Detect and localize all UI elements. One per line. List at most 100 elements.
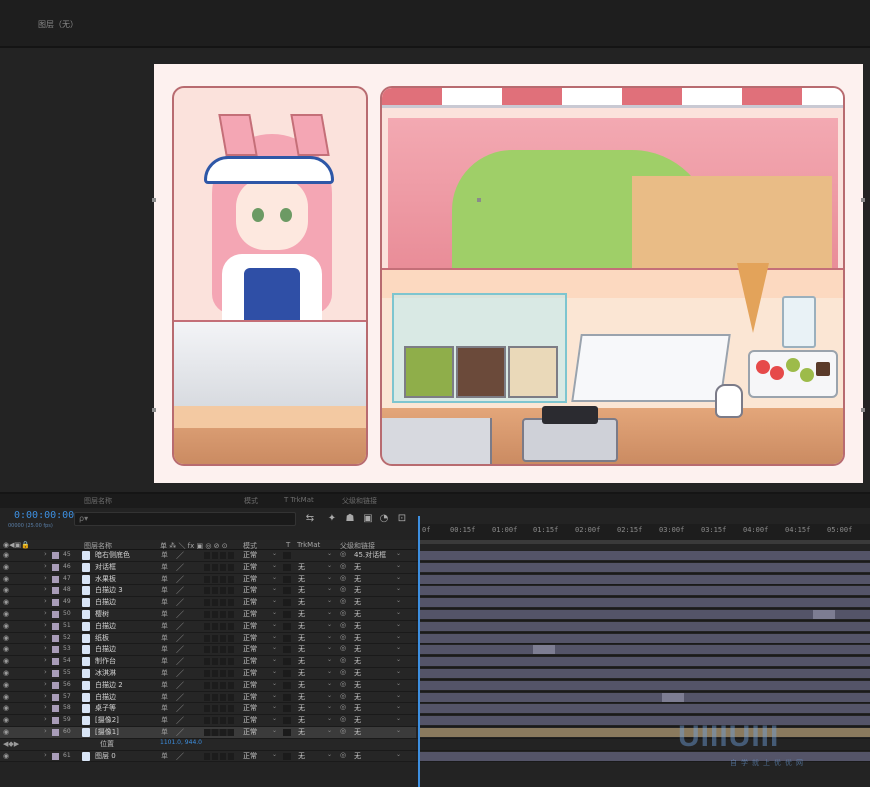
preserve-transparency-checkbox[interactable] bbox=[283, 752, 291, 760]
quality-switch-icon[interactable]: ／ bbox=[176, 585, 184, 596]
preserve-transparency-checkbox[interactable] bbox=[283, 599, 291, 607]
chevron-down-icon[interactable]: ⌄ bbox=[327, 692, 332, 699]
keyframe-navigator-icon[interactable]: ◀◆▶ bbox=[3, 740, 19, 748]
layer-name[interactable]: 图层 0 bbox=[95, 751, 116, 761]
preserve-transparency-checkbox[interactable] bbox=[283, 611, 291, 618]
layer-name[interactable]: 白描边 bbox=[95, 692, 116, 702]
shy-switch-icon[interactable]: 单 bbox=[161, 562, 168, 572]
visibility-eye-icon[interactable]: ◉ bbox=[3, 728, 9, 736]
blend-mode-select[interactable]: 正常 bbox=[243, 692, 257, 702]
blend-mode-select[interactable]: 正常 bbox=[243, 703, 257, 713]
shy-layers-icon[interactable]: ☗ bbox=[344, 513, 356, 525]
chevron-down-icon[interactable]: ⌄ bbox=[272, 574, 277, 581]
layer-row[interactable]: ◉ › 53 白描边 单 ／ 正常 ⌄ 无 ⌄ ◎ 无 ⌄ bbox=[0, 644, 870, 657]
layer-name[interactable]: 对话框 bbox=[95, 562, 116, 572]
layer-switch-boxes[interactable] bbox=[204, 658, 234, 666]
chevron-down-icon[interactable]: ⌄ bbox=[272, 585, 277, 592]
draft-3d-icon[interactable]: ✦ bbox=[326, 513, 338, 525]
layer-name[interactable]: 制作台 bbox=[95, 656, 116, 666]
parent-select[interactable]: 无 bbox=[354, 621, 361, 631]
twirl-chevron-icon[interactable]: › bbox=[44, 692, 47, 700]
layer-switch-boxes[interactable] bbox=[204, 729, 234, 736]
parent-select[interactable]: 无 bbox=[354, 715, 361, 725]
visibility-eye-icon[interactable]: ◉ bbox=[3, 551, 9, 559]
label-color-swatch[interactable] bbox=[52, 634, 59, 642]
quality-switch-icon[interactable]: ／ bbox=[176, 633, 184, 644]
label-color-swatch[interactable] bbox=[52, 622, 59, 630]
layer-duration-bar[interactable] bbox=[420, 704, 870, 714]
layer-switch-boxes[interactable] bbox=[204, 552, 234, 559]
layer-switch-boxes[interactable] bbox=[204, 575, 234, 583]
layer-duration-bar[interactable] bbox=[420, 645, 870, 655]
twirl-chevron-icon[interactable]: › bbox=[44, 597, 47, 605]
shy-switch-icon[interactable]: 单 bbox=[161, 692, 168, 702]
visibility-eye-icon[interactable]: ◉ bbox=[3, 622, 9, 630]
parent-select[interactable]: 45.对话框 bbox=[354, 550, 386, 560]
shy-switch-icon[interactable]: 单 bbox=[161, 680, 168, 690]
label-color-swatch[interactable] bbox=[52, 575, 59, 583]
label-color-swatch[interactable] bbox=[52, 693, 59, 701]
visibility-eye-icon[interactable]: ◉ bbox=[3, 634, 9, 642]
chevron-down-icon[interactable]: ⌄ bbox=[272, 609, 277, 616]
layer-segment-marker[interactable] bbox=[662, 692, 684, 702]
layer-row[interactable]: ◉ › 49 白描边 单 ／ 正常 ⌄ 无 ⌄ ◎ 无 ⌄ bbox=[0, 597, 870, 609]
quality-switch-icon[interactable]: ／ bbox=[176, 562, 184, 573]
transform-handle[interactable] bbox=[861, 198, 865, 202]
quality-switch-icon[interactable]: ／ bbox=[176, 727, 184, 738]
shy-switch-icon[interactable]: 单 bbox=[161, 609, 168, 619]
layer-duration-bar[interactable] bbox=[420, 669, 870, 678]
layer-row[interactable]: ◉ › 54 制作台 单 ／ 正常 ⌄ 无 ⌄ ◎ 无 ⌄ bbox=[0, 656, 870, 668]
layer-switch-boxes[interactable] bbox=[204, 587, 234, 595]
layer-row[interactable]: ◉ › 46 对话框 单 ／ 正常 ⌄ 无 ⌄ ◎ 无 ⌄ bbox=[0, 561, 870, 574]
chevron-down-icon[interactable]: ⌄ bbox=[327, 703, 332, 710]
blend-mode-select[interactable]: 正常 bbox=[243, 668, 257, 678]
pick-whip-icon[interactable]: ◎ bbox=[340, 633, 346, 641]
layer-switch-boxes[interactable] bbox=[204, 752, 234, 760]
blend-mode-select[interactable]: 正常 bbox=[243, 751, 257, 761]
layer-name[interactable]: 水果板 bbox=[95, 574, 116, 584]
layer-name[interactable]: 白描边 bbox=[95, 621, 116, 631]
shy-switch-icon[interactable]: 单 bbox=[161, 644, 168, 654]
chevron-down-icon[interactable]: ⌄ bbox=[327, 574, 332, 581]
chevron-down-icon[interactable]: ⌄ bbox=[327, 609, 332, 616]
twirl-chevron-icon[interactable]: › bbox=[44, 751, 47, 759]
layer-name[interactable]: 樱树 bbox=[95, 609, 109, 619]
blend-mode-select[interactable]: 正常 bbox=[243, 680, 257, 690]
shy-switch-icon[interactable]: 单 bbox=[161, 715, 168, 725]
twirl-chevron-icon[interactable]: › bbox=[44, 633, 47, 641]
twirl-chevron-icon[interactable]: › bbox=[44, 550, 47, 558]
visibility-eye-icon[interactable]: ◉ bbox=[3, 669, 9, 677]
trkmat-select[interactable]: 无 bbox=[298, 703, 305, 713]
label-color-swatch[interactable] bbox=[52, 611, 59, 618]
shy-switch-icon[interactable]: 单 bbox=[161, 668, 168, 678]
layer-name[interactable]: 冰淇淋 bbox=[95, 668, 116, 678]
parent-select[interactable]: 无 bbox=[354, 609, 361, 619]
frame-blending-icon[interactable]: ▣ bbox=[362, 513, 374, 525]
quality-switch-icon[interactable]: ／ bbox=[176, 550, 184, 561]
quality-switch-icon[interactable]: ／ bbox=[176, 692, 184, 703]
av-switches-icon[interactable]: ◉◀▣🔒 bbox=[3, 541, 30, 549]
label-color-swatch[interactable] bbox=[52, 681, 59, 689]
layer-switch-boxes[interactable] bbox=[204, 611, 234, 618]
layer-row[interactable]: ◉ › 56 白描边 2 单 ／ 正常 ⌄ 无 ⌄ ◎ 无 ⌄ bbox=[0, 679, 870, 692]
quality-switch-icon[interactable]: ／ bbox=[176, 597, 184, 608]
label-color-swatch[interactable] bbox=[52, 705, 59, 713]
layer-name[interactable]: 白描边 2 bbox=[95, 680, 123, 690]
shy-switch-icon[interactable]: 单 bbox=[161, 703, 168, 713]
pick-whip-icon[interactable]: ◎ bbox=[340, 574, 346, 582]
layer-duration-bar[interactable] bbox=[420, 610, 870, 619]
pick-whip-icon[interactable]: ◎ bbox=[340, 644, 346, 652]
layer-row[interactable]: ◉ › 47 水果板 单 ／ 正常 ⌄ 无 ⌄ ◎ 无 ⌄ bbox=[0, 573, 870, 586]
chevron-down-icon[interactable]: ⌄ bbox=[396, 597, 401, 604]
chevron-down-icon[interactable]: ⌄ bbox=[396, 621, 401, 628]
twirl-chevron-icon[interactable]: › bbox=[44, 715, 47, 723]
twirl-chevron-icon[interactable]: › bbox=[44, 680, 47, 688]
parent-select[interactable]: 无 bbox=[354, 692, 361, 702]
twirl-chevron-icon[interactable]: › bbox=[44, 727, 47, 735]
shy-switch-icon[interactable]: 单 bbox=[161, 656, 168, 666]
trkmat-select[interactable]: 无 bbox=[298, 656, 305, 666]
trkmat-select[interactable]: 无 bbox=[298, 621, 305, 631]
comp-mini-flowchart-icon[interactable]: ⇆ bbox=[304, 513, 316, 525]
layer-duration-bar[interactable] bbox=[420, 562, 870, 572]
transform-handle[interactable] bbox=[861, 408, 865, 412]
